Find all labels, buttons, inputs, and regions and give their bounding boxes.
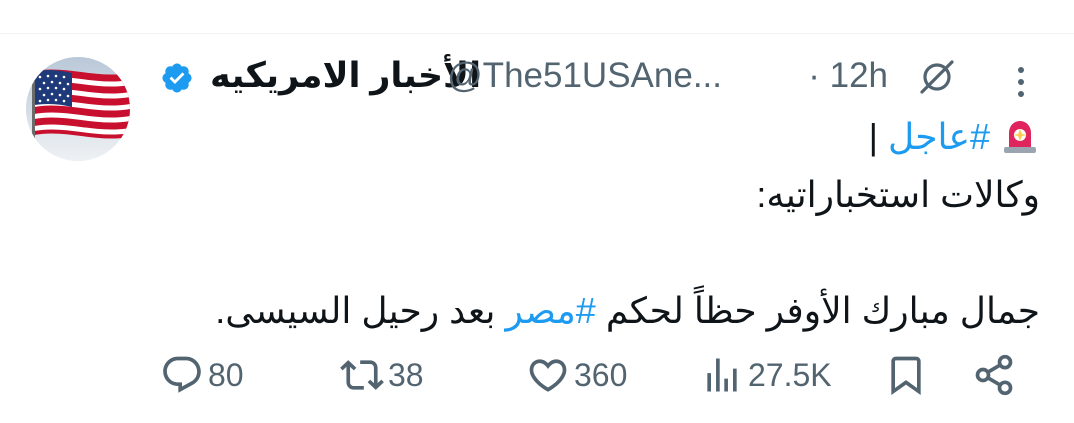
tweet-line-2: وكالات استخباراتيه: bbox=[756, 174, 1040, 215]
heart-icon bbox=[529, 359, 567, 392]
repost-button[interactable]: 38 bbox=[340, 350, 424, 400]
verified-badge-icon bbox=[162, 63, 192, 93]
share-button[interactable] bbox=[972, 350, 1016, 400]
tweet-timestamp[interactable]: · 12h bbox=[808, 56, 888, 96]
tweet-line-3: جمال مبارك الأوفر حظاً لحكم #مصر بعد رحي… bbox=[160, 282, 1040, 340]
tweet-line-3-part2: بعد رحيل السيسى. bbox=[215, 290, 506, 331]
us-flag-avatar-image bbox=[26, 57, 130, 161]
grok-icon[interactable] bbox=[916, 56, 958, 98]
like-button[interactable]: 360 bbox=[526, 350, 627, 400]
top-divider bbox=[0, 33, 1074, 34]
tweet-line-1-rest: | bbox=[868, 116, 888, 157]
avatar[interactable] bbox=[26, 57, 130, 161]
reply-icon bbox=[163, 356, 201, 393]
like-count: 360 bbox=[574, 356, 628, 393]
user-handle[interactable]: @The51USAne... bbox=[447, 56, 722, 96]
tweet-text: #عاجل | وكالات استخباراتيه: جمال مبارك ا… bbox=[160, 108, 1040, 340]
hashtag-urgent[interactable]: #عاجل bbox=[888, 116, 990, 157]
tweet-line-1: #عاجل | bbox=[160, 108, 1040, 166]
bookmark-button[interactable] bbox=[884, 350, 928, 400]
hashtag-egypt[interactable]: #مصر bbox=[505, 290, 595, 331]
tweet-line-3-part1: جمال مبارك الأوفر حظاً لحكم bbox=[595, 290, 1040, 331]
display-name[interactable]: الأخبار الامريكيه bbox=[210, 56, 481, 96]
repost-icon bbox=[340, 360, 384, 390]
share-icon bbox=[975, 354, 1013, 396]
views-chart-icon bbox=[707, 358, 737, 392]
tweet-actions-bar: 80 38 360 27.5K bbox=[0, 350, 1074, 400]
bookmark-icon bbox=[891, 356, 921, 396]
reply-button[interactable]: 80 bbox=[160, 350, 244, 400]
reply-count: 80 bbox=[208, 356, 244, 393]
views-count: 27.5K bbox=[748, 356, 832, 393]
siren-icon bbox=[1004, 121, 1036, 153]
more-options-icon[interactable] bbox=[1010, 64, 1032, 100]
repost-count: 38 bbox=[388, 356, 424, 393]
views-button[interactable]: 27.5K bbox=[700, 350, 832, 400]
